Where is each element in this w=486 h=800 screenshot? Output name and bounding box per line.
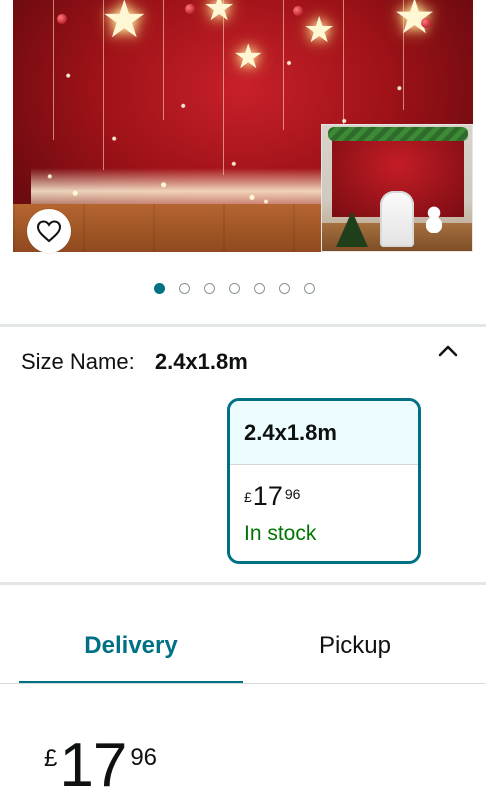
star-icon: ★ <box>233 38 264 76</box>
pagination-dot[interactable] <box>229 283 240 294</box>
size-option-price: £ 17 96 <box>244 483 300 510</box>
image-pagination <box>154 283 315 294</box>
chevron-up-icon[interactable] <box>437 343 459 359</box>
stock-status: In stock <box>244 522 317 545</box>
size-label: Size Name: <box>21 349 135 374</box>
size-name-row[interactable]: Size Name: 2.4x1.8m <box>21 349 248 375</box>
heart-icon <box>36 220 62 243</box>
pagination-dot[interactable] <box>179 283 190 294</box>
pagination-dot[interactable] <box>304 283 315 294</box>
price-whole: 17 <box>252 481 283 511</box>
fulfillment-tabs: Delivery Pickup <box>19 618 486 684</box>
price-fraction: 96 <box>284 486 301 502</box>
ornament-icon <box>421 18 431 28</box>
tab-delivery[interactable]: Delivery <box>19 618 243 684</box>
section-divider <box>0 324 486 327</box>
price-currency: £ <box>44 745 58 772</box>
ornament-icon <box>185 4 195 14</box>
inset-scene-image <box>321 124 473 252</box>
price-whole: 17 <box>59 731 127 800</box>
tab-pickup[interactable]: Pickup <box>243 618 467 684</box>
star-icon: ★ <box>101 0 148 49</box>
star-icon: ★ <box>203 0 236 28</box>
tree-icon <box>336 211 368 247</box>
ornament-icon <box>293 6 303 16</box>
price-fraction: 96 <box>130 744 158 771</box>
size-option-card[interactable]: 2.4x1.8m £ 17 96 In stock <box>227 398 421 564</box>
tabs-divider <box>0 683 486 684</box>
size-option-name: 2.4x1.8m <box>230 401 418 465</box>
pagination-dot[interactable] <box>279 283 290 294</box>
ornament-icon <box>57 14 67 24</box>
pagination-dot[interactable] <box>204 283 215 294</box>
product-image[interactable]: ★ ★ ★ ★ ★ <box>13 0 473 252</box>
section-divider <box>0 582 486 585</box>
size-selected-value: 2.4x1.8m <box>154 349 248 374</box>
garland <box>328 127 468 141</box>
pagination-dot[interactable] <box>154 283 165 294</box>
snowman-icon <box>426 205 442 233</box>
product-price: £ 17 96 <box>44 735 157 797</box>
wishlist-button[interactable] <box>27 209 71 253</box>
star-icon: ★ <box>303 9 336 50</box>
price-currency: £ <box>244 489 252 505</box>
pagination-dot[interactable] <box>254 283 265 294</box>
chair-icon <box>380 191 414 247</box>
